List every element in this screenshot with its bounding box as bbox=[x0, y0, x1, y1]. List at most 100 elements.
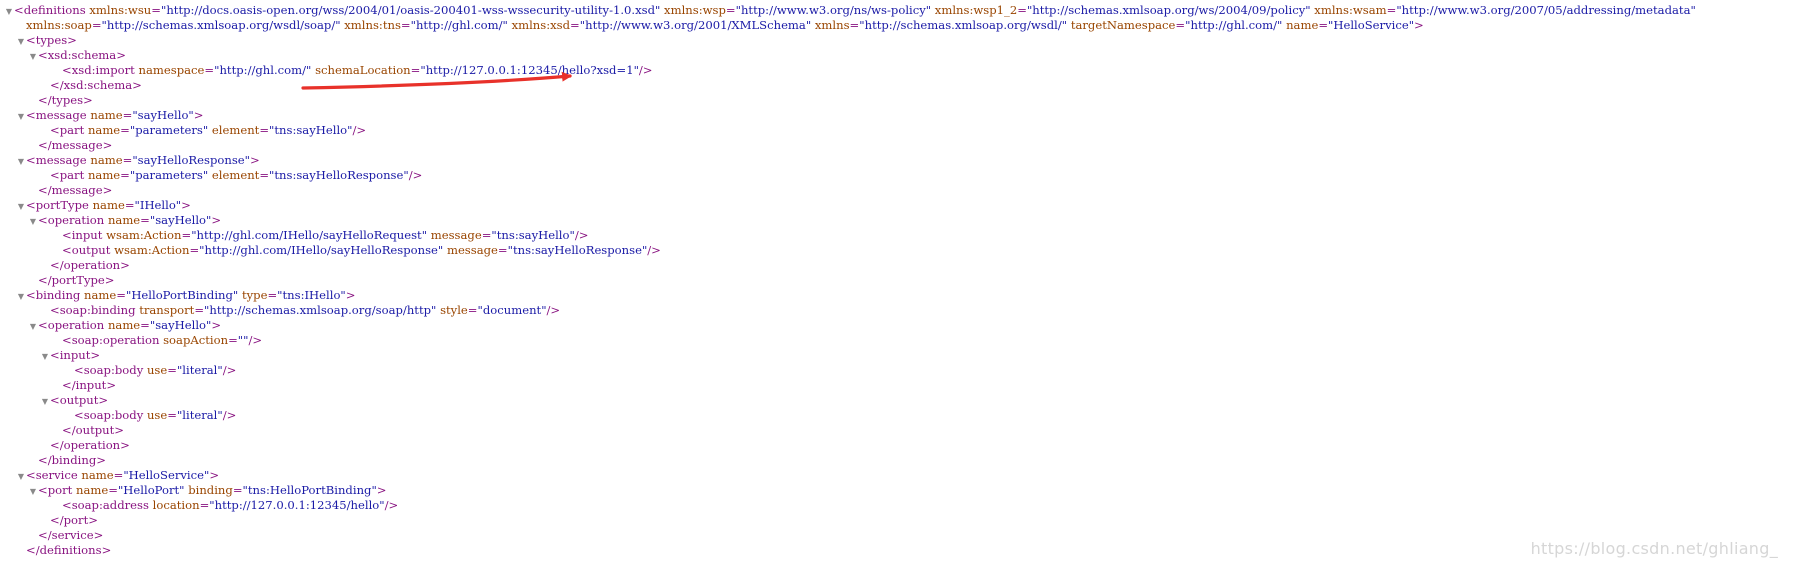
xml-line: </service> bbox=[0, 528, 1794, 543]
collapse-toggle-icon[interactable]: ▼ bbox=[16, 199, 26, 214]
xml-attribute-value: "http://ghl.com/" bbox=[410, 18, 508, 32]
xml-tag-text: > bbox=[1414, 18, 1424, 32]
xml-line: <part name="parameters" element="tns:say… bbox=[0, 123, 1794, 138]
xml-tag-text: /> bbox=[408, 168, 423, 182]
xml-tag-text: = bbox=[120, 123, 130, 137]
xml-attribute-value: "tns:sayHelloResponse" bbox=[507, 243, 648, 257]
xml-attribute-name: targetNamespace bbox=[1070, 18, 1176, 32]
watermark-text: https://blog.csdn.net/ghliang_ bbox=[1530, 539, 1778, 558]
xml-line: </xsd:schema> bbox=[0, 78, 1794, 93]
collapse-toggle-icon[interactable]: ▼ bbox=[16, 109, 26, 124]
xml-attribute-name: name bbox=[1286, 18, 1319, 32]
xml-attribute-value: "literal" bbox=[176, 408, 223, 422]
collapse-toggle-icon[interactable]: ▼ bbox=[4, 4, 14, 19]
xml-tag-text: <operation bbox=[38, 318, 105, 332]
collapse-toggle-icon[interactable]: ▼ bbox=[40, 394, 50, 409]
xml-tag-text: </xsd:schema> bbox=[50, 78, 142, 92]
xml-attribute-name: soapAction bbox=[163, 333, 229, 347]
xml-tag-text: = bbox=[124, 198, 135, 212]
xml-attribute-name: xmlns:xsd bbox=[511, 18, 571, 32]
xml-tag-text: = bbox=[725, 3, 736, 17]
xml-line: <soap:body use="literal"/> bbox=[0, 363, 1794, 378]
collapse-toggle-icon[interactable]: ▼ bbox=[28, 214, 38, 229]
xml-line: ▼ <definitions xmlns:wsu="http://docs.oas… bbox=[0, 3, 1794, 18]
xml-attribute-value: "parameters" bbox=[129, 123, 209, 137]
xml-line: ▼ <types> bbox=[0, 33, 1794, 48]
xml-attribute-value: "http://schemas.xmlsoap.org/soap/http" bbox=[204, 303, 437, 317]
collapse-toggle-icon[interactable]: ▼ bbox=[28, 49, 38, 64]
xml-tag-text: </operation> bbox=[50, 438, 130, 452]
xml-tag-text: </types> bbox=[38, 93, 93, 107]
xml-tag-text: = bbox=[167, 408, 177, 422]
xml-attribute-name: name bbox=[90, 108, 123, 122]
xml-attribute-name: message bbox=[446, 243, 498, 257]
xml-line: </output> bbox=[0, 423, 1794, 438]
xml-attribute-value: "HelloPort" bbox=[117, 483, 185, 497]
collapse-toggle-icon[interactable]: ▼ bbox=[28, 319, 38, 334]
xml-attribute-name: element bbox=[211, 168, 260, 182]
xml-attribute-value: "http://www.w3.org/ns/ws-policy" bbox=[735, 3, 932, 17]
xml-attribute-value: "tns:sayHello" bbox=[269, 123, 353, 137]
xml-attribute-value: "http://ghl.com/" bbox=[214, 63, 312, 77]
xml-attribute-value: "HelloService" bbox=[123, 468, 210, 482]
xml-line: ▼ <portType name="IHello"> bbox=[0, 198, 1794, 213]
xml-tag-text: > bbox=[376, 483, 387, 497]
xml-attribute-name: name bbox=[107, 213, 141, 227]
collapse-toggle-icon[interactable]: ▼ bbox=[16, 469, 26, 484]
xml-tag-text: </binding> bbox=[38, 453, 106, 467]
xml-attribute-value: "HelloPortBinding" bbox=[125, 288, 239, 302]
xml-tag-text: <operation bbox=[38, 213, 105, 227]
xml-attribute-name: name bbox=[92, 198, 125, 212]
xml-tag-text: = bbox=[259, 123, 270, 137]
collapse-toggle-icon[interactable]: ▼ bbox=[16, 34, 26, 49]
xml-tag-text: = bbox=[467, 303, 478, 317]
xml-tag-text: = bbox=[1175, 18, 1186, 32]
xml-attribute-name: xmlns:tns bbox=[344, 18, 401, 32]
collapse-toggle-icon[interactable]: ▼ bbox=[16, 154, 26, 169]
xml-line: ▼ <binding name="HelloPortBinding" type="… bbox=[0, 288, 1794, 303]
xml-tag-text: = bbox=[122, 153, 133, 167]
xml-tag-text: = bbox=[140, 318, 150, 332]
xml-line: </port> bbox=[0, 513, 1794, 528]
xml-line: <input wsam:Action="http://ghl.com/IHell… bbox=[0, 228, 1794, 243]
xml-tag-text: <xsd:schema> bbox=[38, 48, 126, 62]
xml-line: </operation> bbox=[0, 258, 1794, 273]
xml-attribute-value: "tns:sayHelloResponse" bbox=[269, 168, 409, 182]
xml-tag-text: /> bbox=[638, 63, 653, 77]
xml-tag-text: <input bbox=[62, 228, 103, 242]
xml-tag-text: > bbox=[211, 318, 222, 332]
xml-attribute-name: use bbox=[146, 408, 168, 422]
xml-line: <soap:binding transport="http://schemas.… bbox=[0, 303, 1794, 318]
xml-tag-text: = bbox=[181, 228, 192, 242]
xml-tree-viewer: ▼ <definitions xmlns:wsu="http://docs.oas… bbox=[0, 3, 1794, 558]
xml-tag-text: </output> bbox=[62, 423, 124, 437]
xml-line: <soap:operation soapAction=""/> bbox=[0, 333, 1794, 348]
xml-attribute-value: "tns:IHello" bbox=[277, 288, 346, 302]
xml-tag-text: <output> bbox=[50, 393, 109, 407]
xml-tag-text: </definitions> bbox=[26, 543, 112, 557]
xml-tag-text: </input> bbox=[62, 378, 117, 392]
xml-attribute-value: "IHello" bbox=[134, 198, 182, 212]
xml-tag-text: > bbox=[209, 468, 220, 482]
xml-line: </binding> bbox=[0, 453, 1794, 468]
xml-tag-text: = bbox=[189, 243, 200, 257]
collapse-toggle-icon[interactable]: ▼ bbox=[40, 349, 50, 364]
xml-tag-text: </service> bbox=[38, 528, 104, 542]
xml-attribute-value: "sayHello" bbox=[149, 213, 212, 227]
xml-tag-text: /> bbox=[546, 303, 561, 317]
collapse-toggle-icon[interactable]: ▼ bbox=[28, 484, 38, 499]
xml-attribute-value: "http://docs.oasis-open.org/wss/2004/01/… bbox=[160, 3, 661, 17]
xml-line: ▼ <input> bbox=[0, 348, 1794, 363]
xml-tag-text: <definitions bbox=[14, 3, 86, 17]
xml-tag-text: <soap:address bbox=[62, 498, 149, 512]
xml-tag-text: = bbox=[194, 303, 205, 317]
xml-line: xmlns:soap="http://schemas.xmlsoap.org/w… bbox=[0, 18, 1794, 33]
xml-attribute-name: xmlns bbox=[814, 18, 850, 32]
xml-tag-text: = bbox=[151, 3, 161, 17]
xml-tag-text: <soap:body bbox=[74, 408, 144, 422]
xml-line: </message> bbox=[0, 138, 1794, 153]
collapse-toggle-icon[interactable]: ▼ bbox=[16, 289, 26, 304]
xml-tag-text: <input> bbox=[50, 348, 101, 362]
xml-attribute-name: name bbox=[76, 483, 109, 497]
xml-tag-text: /> bbox=[352, 123, 367, 137]
